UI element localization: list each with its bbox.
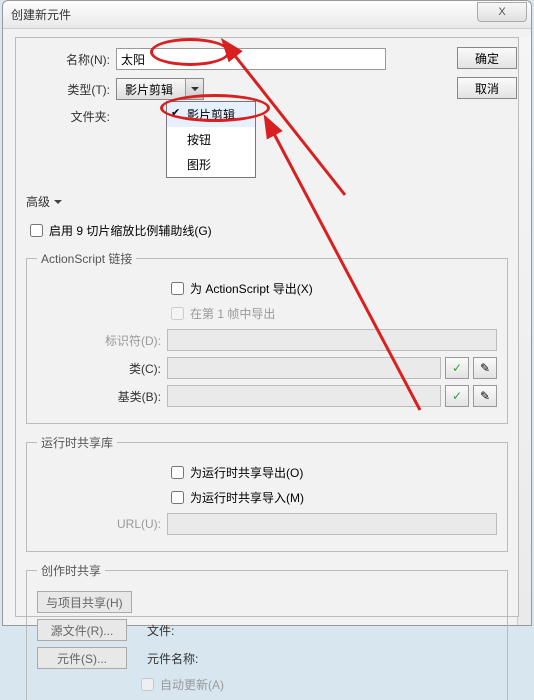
symbolname-label: 元件名称:	[127, 650, 207, 667]
class-edit-button[interactable]: ✎	[473, 357, 497, 379]
auto-update-input	[141, 678, 154, 691]
import-runtime-checkbox[interactable]: 为运行时共享导入(M)	[167, 488, 304, 507]
export-runtime-checkbox[interactable]: 为运行时共享导出(O)	[167, 463, 303, 482]
window-title: 创建新元件	[11, 6, 523, 23]
cancel-button[interactable]: 取消	[457, 77, 517, 99]
pencil-icon: ✎	[480, 361, 490, 375]
type-label: 类型(T):	[26, 81, 116, 98]
enable-9slice-input[interactable]	[30, 224, 43, 237]
class-input	[167, 357, 441, 379]
advanced-label: 高级	[26, 193, 50, 210]
symbol-button[interactable]: 元件(S)...	[37, 647, 127, 669]
import-runtime-input[interactable]	[171, 491, 184, 504]
share-project-button[interactable]: 与项目共享(H)	[37, 591, 132, 613]
close-button[interactable]: X	[477, 2, 527, 22]
export-frame1-checkbox: 在第 1 帧中导出	[167, 304, 275, 323]
baseclass-input	[167, 385, 441, 407]
identifier-input	[167, 329, 497, 351]
baseclass-check-button[interactable]: ✓	[445, 385, 469, 407]
type-dropdown: ✔ 影片剪辑 按钮 图形	[166, 101, 256, 178]
class-check-button[interactable]: ✓	[445, 357, 469, 379]
dropdown-item-graphic[interactable]: 图形	[167, 152, 255, 177]
runtime-legend: 运行时共享库	[37, 434, 117, 451]
advanced-toggle[interactable]: 高级	[26, 193, 62, 210]
actionscript-legend: ActionScript 链接	[37, 250, 136, 267]
export-frame1-input	[171, 307, 184, 320]
baseclass-edit-button[interactable]: ✎	[473, 385, 497, 407]
authortime-fieldset: 创作时共享 与项目共享(H) 源文件(R)... 文件: 元件(S)... 元件…	[26, 562, 508, 700]
check-icon: ✓	[452, 389, 462, 403]
url-label: URL(U):	[37, 517, 167, 531]
dialog-body: 名称(N): 类型(T): 影片剪辑 文件夹: 高级 启用 9 切片缩放比例辅助…	[15, 37, 519, 617]
identifier-label: 标识符(D):	[37, 332, 167, 349]
check-icon: ✔	[171, 106, 180, 119]
auto-update-checkbox: 自动更新(A)	[137, 675, 224, 694]
ok-button[interactable]: 确定	[457, 47, 517, 69]
pencil-icon: ✎	[480, 389, 490, 403]
export-as-checkbox[interactable]: 为 ActionScript 导出(X)	[167, 279, 313, 298]
name-input[interactable]	[116, 48, 386, 70]
export-as-input[interactable]	[171, 282, 184, 295]
dropdown-item-button[interactable]: 按钮	[167, 127, 255, 152]
baseclass-label: 基类(B):	[37, 388, 167, 405]
class-label: 类(C):	[37, 360, 167, 377]
dialog-window: 创建新元件 X 名称(N): 类型(T): 影片剪辑 文件夹: 高级	[2, 0, 532, 626]
actionscript-fieldset: ActionScript 链接 为 ActionScript 导出(X) 在第 …	[26, 250, 508, 424]
triangle-down-icon	[54, 200, 62, 208]
folder-label: 文件夹:	[26, 108, 116, 125]
close-icon: X	[498, 6, 505, 18]
type-combobox[interactable]: 影片剪辑	[116, 78, 204, 100]
runtime-fieldset: 运行时共享库 为运行时共享导出(O) 为运行时共享导入(M) URL(U):	[26, 434, 508, 552]
url-input	[167, 513, 497, 535]
enable-9slice-label: 启用 9 切片缩放比例辅助线(G)	[49, 222, 212, 239]
dropdown-item-movieclip[interactable]: ✔ 影片剪辑	[167, 102, 255, 127]
titlebar[interactable]: 创建新元件	[3, 1, 531, 29]
check-icon: ✓	[452, 361, 462, 375]
enable-9slice-checkbox[interactable]: 启用 9 切片缩放比例辅助线(G)	[26, 221, 508, 240]
source-file-button[interactable]: 源文件(R)...	[37, 619, 127, 641]
scrollbar[interactable]	[517, 37, 531, 625]
type-selected-text: 影片剪辑	[125, 81, 173, 98]
name-label: 名称(N):	[26, 51, 116, 68]
chevron-down-icon	[185, 79, 203, 99]
file-label: 文件:	[127, 622, 187, 639]
export-runtime-input[interactable]	[171, 466, 184, 479]
authortime-legend: 创作时共享	[37, 562, 105, 579]
